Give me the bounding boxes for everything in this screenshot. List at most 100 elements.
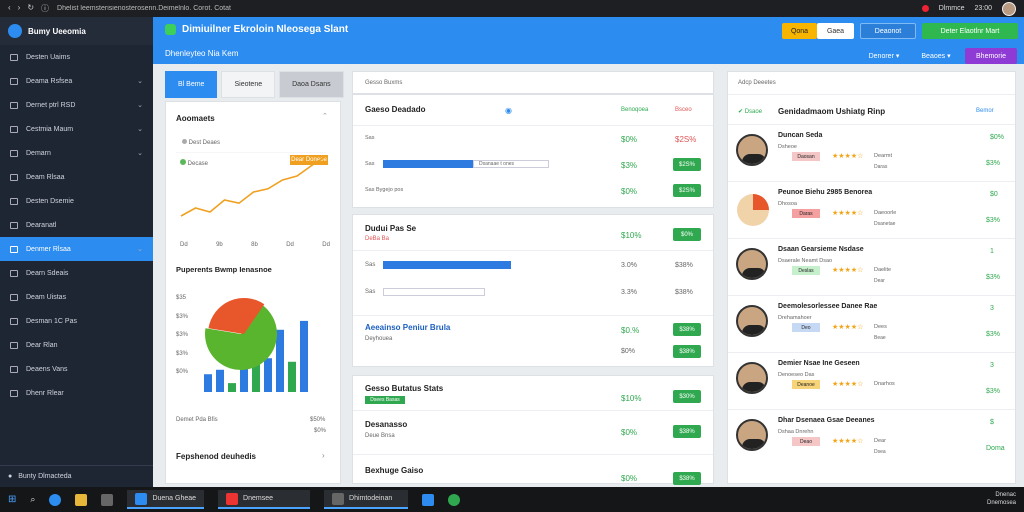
info-dot-icon[interactable]: ◉ xyxy=(505,106,512,115)
chevron-right-icon[interactable]: › xyxy=(322,451,325,460)
legend-item: Dest Deaes xyxy=(182,139,220,146)
browser-icon[interactable] xyxy=(49,493,62,506)
person-pct: 1 xyxy=(990,248,994,255)
card-title: Gaeso Deadado xyxy=(365,105,426,114)
tab-1[interactable]: Bl Beme xyxy=(165,71,218,98)
avatar xyxy=(736,248,768,280)
avatar xyxy=(736,362,768,394)
forward-icon[interactable]: › xyxy=(18,3,21,14)
menu-icon xyxy=(10,389,18,397)
refresh-icon[interactable]: ↻ xyxy=(27,3,34,14)
person-tag: Deslas xyxy=(792,266,820,275)
sidebar-item[interactable]: Dearn Sdeais xyxy=(0,261,153,285)
sidebar-item[interactable]: Denmer Rlsaa ⌄ xyxy=(0,237,153,261)
card-subtitle: DeBa Ba xyxy=(365,236,390,242)
person-pct-2: $3% xyxy=(986,388,1001,395)
value-pill: $38% xyxy=(673,472,701,485)
sidebar-item[interactable]: Desten Dsemie xyxy=(0,189,153,213)
combo-chart xyxy=(204,298,308,392)
tab-3[interactable]: Daoa Dsans xyxy=(279,71,344,98)
mail-icon[interactable] xyxy=(422,493,435,506)
person-card[interactable]: Dsaan Gearsieme Nsdase Dsaerale Neamt Dsa… xyxy=(728,238,1015,295)
sidebar-item[interactable]: Deam Rlsaa xyxy=(0,165,153,189)
taskbar-app-1[interactable]: Duena Gheae xyxy=(127,490,205,509)
rating-label: Dearmt xyxy=(874,153,893,159)
taskbar-app-3[interactable]: Dhimtodeinan xyxy=(324,490,409,509)
sidebar-item[interactable]: Cestmia Maum ⌄ xyxy=(0,117,153,141)
dropdown-1[interactable]: Denorer ▾ xyxy=(861,48,907,64)
progress-bar xyxy=(383,160,473,168)
avatar[interactable] xyxy=(1002,1,1016,16)
sidebar-item[interactable]: Dhenr Rlear xyxy=(0,381,153,405)
sidebar-item-label: Deam Rlsaa xyxy=(26,173,65,181)
white-button[interactable]: Gaea xyxy=(817,23,854,39)
value-pill: $38% xyxy=(673,323,701,336)
record-icon[interactable] xyxy=(921,5,929,12)
search-icon[interactable]: ⌕ xyxy=(30,494,35,505)
sidebar-item[interactable]: Deama Rsfsea ⌄ xyxy=(0,69,153,93)
app-logo-icon xyxy=(8,24,22,38)
person-card[interactable]: Demier Nsae Ine Geseen Denoeseo Das ★★★★☆ D… xyxy=(728,352,1015,409)
system-tray[interactable]: Dnenac Dnemosea xyxy=(987,491,1016,507)
blue-button[interactable]: Deaonot xyxy=(860,23,916,39)
menu-icon xyxy=(10,197,18,205)
row-pct: $0% xyxy=(621,187,638,196)
tab-2[interactable]: Sieotene xyxy=(221,71,276,98)
sidebar-item[interactable]: Deaens Vans xyxy=(0,357,153,381)
row-label: Sas xyxy=(365,262,376,268)
app-icon xyxy=(165,24,176,35)
folder-icon[interactable] xyxy=(75,493,88,506)
sidebar-footer[interactable]: ● Bunty Dlmacteda xyxy=(0,465,153,487)
app-brand[interactable]: Bumy Ueeomia xyxy=(0,17,153,45)
header: Dimiuilner Ekroloin Nleosega Slant Dhenl… xyxy=(153,17,1024,64)
person-card[interactable]: Deemolesorlessee Danee Rae Drehamahoer ★★★… xyxy=(728,295,1015,352)
person-tag-2: Dsea xyxy=(874,449,886,455)
store-icon[interactable] xyxy=(101,493,114,506)
row-pct: 3.3% xyxy=(621,289,637,296)
sidebar-item[interactable]: Dearanatl xyxy=(0,213,153,237)
green-action-button[interactable]: Deter Elaotlnr Mart xyxy=(922,23,1018,39)
address-bar[interactable]: Dhelist leemsterisienosterosenn.Deimelnl… xyxy=(57,5,922,12)
tab-bar: Bl Beme Sieotene Daoa Dsans xyxy=(165,71,344,98)
bar xyxy=(288,361,296,392)
person-card[interactable]: Duncan Seda Dsheoe ★★★★☆ Dearmt Daosan Daras $… xyxy=(728,124,1015,181)
yellow-button[interactable]: Qona xyxy=(782,23,817,39)
taskbar-app-2[interactable]: Dnemsee xyxy=(218,490,311,509)
purple-button[interactable]: Bhemorie xyxy=(965,48,1017,64)
person-card[interactable]: Peunoe Biehu 2985 Benorea Dhosoa ★★★★☆ Daeo… xyxy=(728,181,1015,238)
center-header-label: Gesso Buxms xyxy=(365,80,403,86)
menu-icon xyxy=(10,269,18,277)
check-icon: ✔ xyxy=(738,109,744,115)
chevron-down-icon: ⌄ xyxy=(137,126,143,133)
row-pct: $0% xyxy=(621,428,638,437)
x-tick: 9b xyxy=(216,242,223,248)
sidebar-item[interactable]: Deam Uistas xyxy=(0,285,153,309)
x-tick: Dd xyxy=(286,242,294,248)
bar xyxy=(204,374,212,392)
sub-percent: $0% xyxy=(621,348,636,355)
sidebar-item[interactable]: Desten Uaims xyxy=(0,45,153,69)
y-tick: $0% xyxy=(176,369,189,375)
menu-icon xyxy=(10,173,18,181)
subhead: ✔ Dsaoe xyxy=(738,109,763,115)
person-tag-2: Daras xyxy=(874,164,888,170)
menu-icon xyxy=(10,149,18,157)
sidebar-item[interactable]: Dernet ptrl RSD ⌄ xyxy=(0,93,153,117)
left-panel: Aoomaets ⌃ Dest Deaes Decase Dear Doneee… xyxy=(165,101,341,484)
row-label: Sas Bygejo pos xyxy=(365,187,404,193)
info-icon[interactable]: ⓘ xyxy=(41,3,49,14)
sidebar-item[interactable]: Desman 1C Pas xyxy=(0,309,153,333)
spotify-icon[interactable] xyxy=(448,493,461,506)
footer-link[interactable]: Fepshenod deuhedis xyxy=(176,452,256,461)
windows-start-icon[interactable]: ⊞ xyxy=(8,494,16,505)
chevron-down-icon: ⌄ xyxy=(137,246,143,253)
y-axis-ticks: $35 $3% $3% $3% $0% xyxy=(176,295,188,375)
sidebar-item[interactable]: Demarn ⌄ xyxy=(0,141,153,165)
sidebar-item[interactable]: Dear Rlan xyxy=(0,333,153,357)
menu-icon xyxy=(10,365,18,373)
person-card[interactable]: Dhar Dsenaea Gsae Deeanes Dshaa Dnrehn ★★★… xyxy=(728,409,1015,466)
back-icon[interactable]: ‹ xyxy=(8,3,11,14)
collapse-icon[interactable]: ⌃ xyxy=(322,112,328,120)
legend-value: $50% xyxy=(310,417,326,423)
dropdown-2[interactable]: Beaoes ▾ xyxy=(911,48,961,64)
